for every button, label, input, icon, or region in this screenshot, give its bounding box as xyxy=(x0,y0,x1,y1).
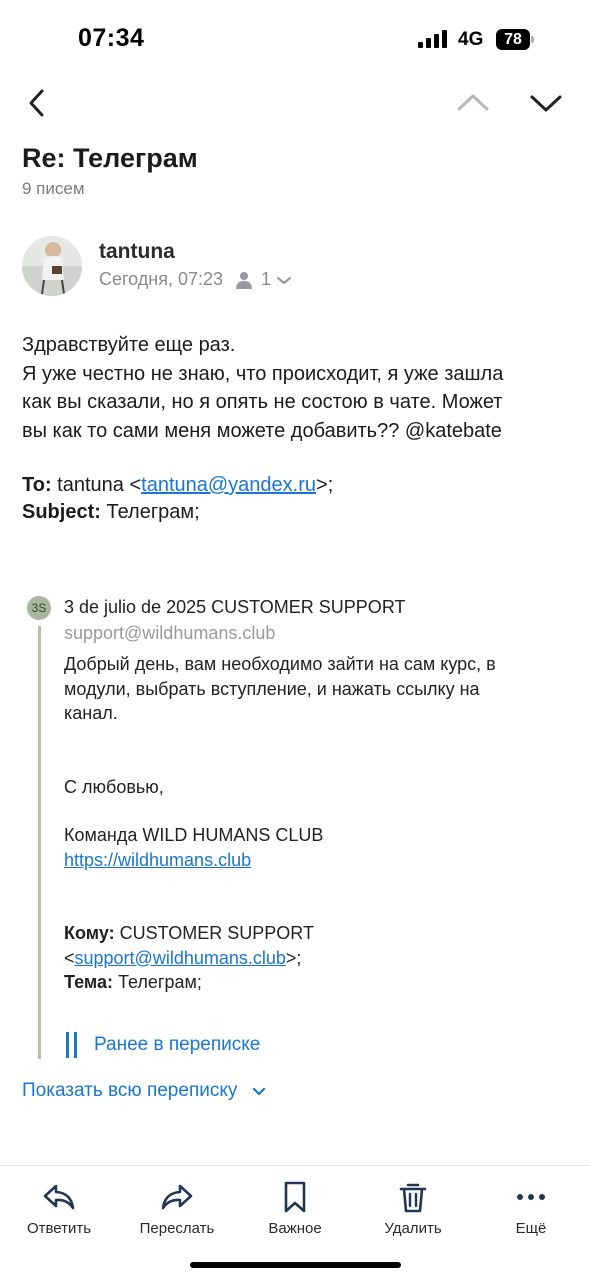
chevron-left-icon xyxy=(29,89,44,117)
message-meta[interactable]: Сегодня, 07:23 1 xyxy=(99,269,293,290)
previous-message-button[interactable] xyxy=(455,86,491,120)
quoted-to-email-line: <support@wildhumans.club>; xyxy=(64,947,302,968)
back-button[interactable] xyxy=(22,86,56,120)
body-line: вы как то сами меня можете добавить?? @k… xyxy=(22,419,502,442)
quoted-line: Добрый день, вам необходимо зайти на сам… xyxy=(64,654,496,674)
person-icon xyxy=(236,271,253,289)
to-label: To: xyxy=(22,474,52,496)
quoted-title: 3 de julio de 2025 CUSTOMER SUPPORT xyxy=(64,597,406,617)
quoted-subject-label: Тема: xyxy=(64,972,113,992)
recipients-count: 1 xyxy=(261,269,272,289)
earlier-in-thread-button[interactable]: Ранее в переписке xyxy=(64,1032,260,1058)
trash-icon xyxy=(399,1183,427,1213)
next-message-button[interactable] xyxy=(528,86,564,120)
subject-line: Subject: Телеграм; xyxy=(22,499,562,526)
thread-subject: Re: Телеграм xyxy=(22,143,198,173)
reply-label: Ответить xyxy=(26,1220,92,1237)
important-button[interactable]: Важное xyxy=(240,1180,350,1237)
delete-button[interactable]: Удалить xyxy=(358,1180,468,1237)
body-line: Я уже честно не знаю, что происходит, я … xyxy=(22,362,504,385)
subject-value: Телеграм; xyxy=(106,501,200,523)
reply-icon xyxy=(43,1184,75,1210)
cellular-signal-icon xyxy=(418,30,450,48)
quoted-to-email-link[interactable]: support@wildhumans.club xyxy=(75,948,286,968)
to-suffix: >; xyxy=(316,474,334,496)
show-all-thread-button[interactable]: Показать всю переписку xyxy=(22,1080,267,1102)
quoted-subject-line: Тема: Телеграм; xyxy=(64,970,554,995)
chevron-up-icon xyxy=(457,94,489,111)
sender-name[interactable]: tantuna xyxy=(99,240,175,264)
more-button[interactable]: Ещё xyxy=(476,1180,586,1237)
quoted-website-link[interactable]: https://wildhumans.club xyxy=(64,850,251,870)
quoted-sender-avatar: 3S xyxy=(27,596,51,620)
subject-label: Subject: xyxy=(22,501,101,523)
message-count: 9 писем xyxy=(22,179,85,198)
quoted-email: support@wildhumans.club xyxy=(64,623,276,643)
show-all-label: Показать всю переписку xyxy=(22,1080,238,1101)
important-label: Важное xyxy=(268,1220,322,1237)
forward-button[interactable]: Переслать xyxy=(122,1180,232,1237)
quoted-signoff: С любовью, xyxy=(64,776,164,797)
to-line: To: tantuna <tantuna@yandex.ru>; xyxy=(22,472,562,499)
body-line: как вы сказали, но я опять не состою в ч… xyxy=(22,391,503,413)
quoted-body: Добрый день, вам необходимо зайти на сам… xyxy=(64,652,554,995)
earlier-label: Ранее в переписке xyxy=(94,1034,261,1055)
chevron-down-icon xyxy=(530,95,562,112)
quoted-to-name: CUSTOMER SUPPORT xyxy=(119,923,314,943)
bookmark-icon xyxy=(284,1181,306,1213)
body-line: Здравствуйте еще раз. xyxy=(22,334,236,356)
reply-button[interactable]: Ответить xyxy=(4,1180,114,1237)
forward-label: Переслать xyxy=(139,1220,215,1237)
quoted-to-line: Кому: CUSTOMER SUPPORT xyxy=(64,921,554,946)
quoted-line: канал. xyxy=(64,703,118,723)
battery-level: 78 xyxy=(496,29,530,50)
message-date: Сегодня, 07:23 xyxy=(99,269,224,289)
quote-bar xyxy=(38,626,41,1059)
delete-label: Удалить xyxy=(384,1220,442,1237)
forward-icon xyxy=(161,1184,193,1210)
to-email-link[interactable]: tantuna@yandex.ru xyxy=(141,474,316,496)
network-type: 4G xyxy=(458,29,484,50)
status-time: 07:34 xyxy=(78,24,145,52)
more-label: Ещё xyxy=(515,1220,547,1237)
chevron-down-icon xyxy=(276,276,292,284)
avatar[interactable] xyxy=(22,236,82,296)
home-indicator[interactable] xyxy=(190,1262,401,1268)
message-body: Здравствуйте еще раз. Я уже честно не зн… xyxy=(22,331,562,526)
quoted-to-label: Кому: xyxy=(64,923,115,943)
battery-icon: 78 xyxy=(496,29,534,50)
chevron-down-icon xyxy=(253,1087,266,1096)
quoted-line: модули, выбрать вступление, и нажать ссы… xyxy=(64,678,480,699)
more-dots-icon xyxy=(517,1194,545,1200)
sender-photo-icon xyxy=(22,236,82,296)
quoted-subject-value: Телеграм; xyxy=(117,972,202,992)
to-name: tantuna < xyxy=(57,474,142,496)
quoted-team: Команда WILD HUMANS CLUB xyxy=(64,825,324,845)
quote-bars-icon xyxy=(64,1032,78,1058)
